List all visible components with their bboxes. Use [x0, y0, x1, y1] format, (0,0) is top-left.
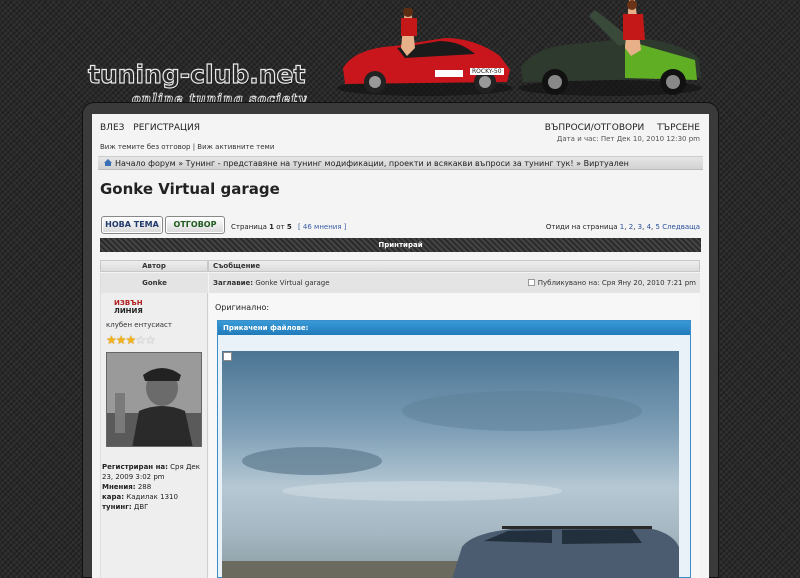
- breadcrumb: Начало форум » Тунинг - представяне на т…: [98, 156, 703, 170]
- tuning-label: тунинг:: [102, 503, 132, 511]
- active-topics-link[interactable]: Виж активните теми: [197, 143, 274, 151]
- pagination: Отиди на страница 1, 2, 3, 4, 5 Следваща: [545, 223, 700, 231]
- attached-photo: [222, 351, 679, 578]
- post-subject[interactable]: Gonke Virtual garage: [255, 279, 329, 287]
- page-link-5[interactable]: 5: [655, 223, 659, 231]
- column-message: Съобщение: [208, 260, 700, 272]
- page-info: Страница 1 от 5 [ 46 мнения ]: [231, 223, 347, 231]
- breadcrumb-text[interactable]: Начало форум » Тунинг - представяне на т…: [115, 159, 629, 168]
- post-timestamp: Публикувано на: Сря Яну 20, 2010 7:21 pm: [527, 273, 696, 293]
- quick-links: Виж темите без отговор | Виж активните т…: [100, 143, 274, 151]
- register-link[interactable]: РЕГИСТРАЦИЯ: [133, 123, 200, 133]
- print-button[interactable]: Принтирай: [100, 238, 701, 252]
- page-link-4[interactable]: 4: [647, 223, 651, 231]
- page-of: от: [276, 223, 285, 231]
- page-prefix: Страница: [231, 223, 267, 231]
- image-placeholder-icon: [223, 352, 232, 361]
- page-current: 1: [269, 223, 274, 231]
- attachments-box: Прикачени файлове:: [217, 320, 691, 578]
- login-link[interactable]: ВЛЕЗ: [100, 123, 124, 133]
- user-profile-info: Регистриран на: Сря Дек 23, 2009 3:02 pm…: [102, 462, 208, 512]
- star-filled-icon: ★★★: [106, 333, 136, 347]
- avatar: [106, 352, 202, 447]
- subject-label: Заглавие:: [213, 279, 254, 287]
- quick-links-separator: |: [192, 143, 196, 151]
- search-link[interactable]: ТЪРСЕНЕ: [657, 123, 700, 133]
- faq-link[interactable]: ВЪПРОСИ/ОТГОВОРИ: [545, 123, 645, 133]
- site-logo[interactable]: tuning-club.net: [87, 59, 306, 89]
- page-link-2[interactable]: 2: [629, 223, 633, 231]
- goto-page-label: Отиди на страница: [545, 223, 618, 231]
- car-value: Кадилак 1310: [126, 493, 178, 501]
- topic-title[interactable]: Gonke Virtual garage: [100, 180, 280, 198]
- next-page-link[interactable]: Следваща: [662, 223, 700, 231]
- post-date: Публикувано на: Сря Яну 20, 2010 7:21 pm: [537, 279, 696, 287]
- auth-links: ВЛЕЗ РЕГИСТРАЦИЯ: [100, 123, 206, 133]
- new-topic-button[interactable]: НОВА ТЕМА: [101, 216, 163, 234]
- post-icon: [527, 279, 535, 286]
- current-datetime: Дата и час: Пет Дек 10, 2010 12:30 pm: [556, 135, 700, 143]
- original-label: Оригинално:: [215, 303, 270, 312]
- registered-label: Регистриран на:: [102, 463, 168, 471]
- avatar-photo: [107, 353, 201, 446]
- attached-image[interactable]: [222, 351, 679, 578]
- star-empty-icon: ☆☆: [135, 333, 155, 347]
- column-author: Автор: [100, 260, 208, 272]
- page-link-3[interactable]: 3: [638, 223, 642, 231]
- attachments-header: Прикачени файлове:: [218, 321, 690, 335]
- reply-button[interactable]: ОТГОВОР: [165, 216, 225, 234]
- posts-label: Мнения:: [102, 483, 136, 491]
- tuning-value: ДВГ: [133, 503, 149, 511]
- offline-status: ИЗВЪН ЛИНИЯ: [114, 299, 143, 315]
- page-link-1[interactable]: 1: [620, 223, 624, 231]
- banner-green-car-image: [518, 0, 702, 96]
- license-plate: ROCKY-50: [470, 68, 504, 75]
- rank-stars: ★★★☆☆: [106, 333, 156, 347]
- car-label: кара:: [102, 493, 125, 501]
- unanswered-topics-link[interactable]: Виж темите без отговор: [100, 143, 190, 151]
- site-header: tuning-club.net online tuning society RO…: [0, 0, 800, 110]
- post-author-name[interactable]: Gonke: [101, 273, 208, 293]
- user-rank: клубен ентусиаст: [106, 321, 172, 329]
- banner-red-car-image: [337, 8, 513, 96]
- page-total: 5: [286, 223, 292, 231]
- post-count: [ 46 мнения ]: [297, 223, 347, 231]
- home-icon: [104, 159, 112, 166]
- offline-line-1: ИЗВЪН: [114, 299, 143, 307]
- header-nav: ВЪПРОСИ/ОТГОВОРИ ТЪРСЕНЕ: [535, 123, 700, 133]
- posts-count[interactable]: 288: [138, 483, 151, 491]
- offline-line-2: ЛИНИЯ: [114, 307, 143, 315]
